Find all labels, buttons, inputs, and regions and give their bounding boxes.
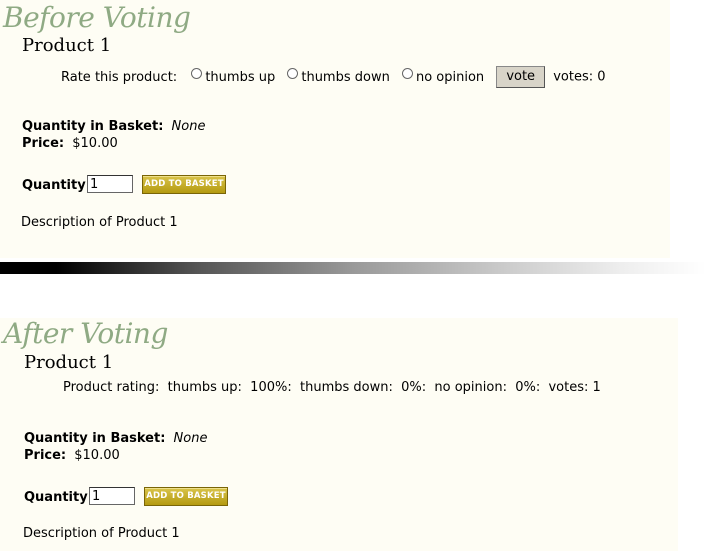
basket-value: None: [173, 431, 208, 446]
basket-label: Quantity in Basket:: [24, 431, 166, 446]
quantity-input[interactable]: [89, 487, 135, 505]
product-description: Description of Product 1: [21, 215, 178, 230]
rate-label: Rate this product:: [61, 69, 178, 85]
price-value: $10.00: [74, 448, 120, 463]
quantity-input[interactable]: [87, 175, 133, 193]
before-voting-heading: Before Voting: [3, 1, 191, 34]
quantity-label: Quantity:: [24, 490, 93, 505]
product-title: Product 1: [24, 352, 114, 373]
thumbs-up-option[interactable]: thumbs up: [191, 67, 276, 85]
no-opinion-label: no opinion: [415, 69, 485, 85]
price-row: Price: $10.00: [24, 449, 120, 462]
basket-label: Quantity in Basket:: [22, 119, 164, 134]
quantity-label: Quantity:: [22, 178, 91, 193]
no-opinion-option[interactable]: no opinion: [401, 67, 485, 85]
product-rating-summary: Product rating: thumbs up: 100%: thumbs …: [63, 380, 601, 395]
gradient-divider: [0, 262, 706, 274]
basket-quantity: Quantity in Basket: None: [24, 432, 207, 445]
price-label: Price:: [24, 448, 67, 463]
thumbs-down-radio[interactable]: [287, 67, 299, 79]
votes-count: votes: 0: [553, 69, 606, 85]
add-to-basket-button[interactable]: ADD TO BASKET: [144, 487, 228, 506]
price-row: Price: $10.00: [22, 137, 118, 150]
rating-form: Rate this product: thumbs up thumbs down…: [61, 66, 606, 88]
after-voting-heading: After Voting: [3, 317, 168, 350]
thumbs-up-radio[interactable]: [191, 67, 203, 79]
thumbs-up-label: thumbs up: [205, 69, 276, 85]
add-to-basket-button[interactable]: ADD TO BASKET: [142, 175, 226, 194]
thumbs-down-label: thumbs down: [301, 69, 390, 85]
no-opinion-radio[interactable]: [401, 67, 413, 79]
price-label: Price:: [22, 136, 65, 151]
product-description: Description of Product 1: [23, 526, 180, 541]
price-value: $10.00: [72, 136, 118, 151]
thumbs-down-option[interactable]: thumbs down: [287, 67, 390, 85]
basket-value: None: [171, 119, 206, 134]
basket-quantity: Quantity in Basket: None: [22, 120, 205, 133]
product-title: Product 1: [22, 35, 112, 56]
vote-button[interactable]: vote: [496, 66, 546, 88]
